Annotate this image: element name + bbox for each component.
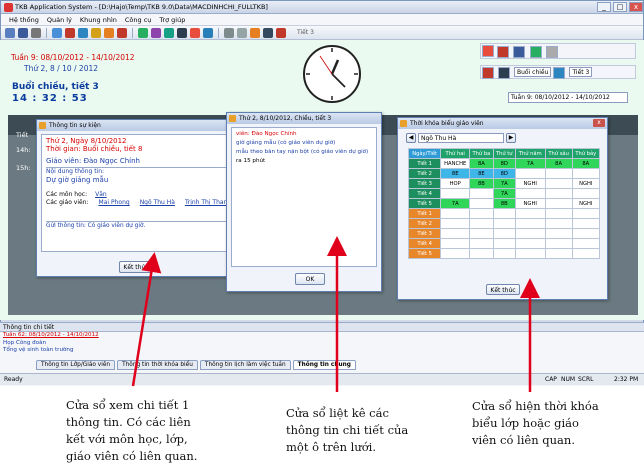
annotation-line: một ô trên lưới.	[286, 440, 377, 454]
annotation-line: giáo viên có liên quan.	[66, 449, 198, 463]
annotation-line: Cửa sổ xem chi tiết 1	[66, 398, 190, 412]
annotation-3: Cửa sổ hiện thời khóa biểu lớp hoặc giáo…	[472, 398, 599, 449]
annotation-line: biểu lớp hoặc giáo	[472, 416, 579, 430]
annotation-line: kết với môn học, lớp,	[66, 432, 188, 446]
annotation-line: thông tin. Có các liên	[66, 415, 191, 429]
annotation-line: thông tin chi tiết của	[286, 423, 409, 437]
annotation-line: Cửa sổ hiện thời khóa	[472, 399, 599, 413]
annotation-line: viên có liên quan.	[472, 433, 575, 447]
annotation-1: Cửa sổ xem chi tiết 1 thông tin. Có các …	[66, 397, 197, 465]
annotation-line: Cửa sổ liệt kê các	[286, 406, 389, 420]
arrow-1	[131, 252, 162, 387]
annotation-2: Cửa sổ liệt kê các thông tin chi tiết củ…	[286, 405, 408, 456]
